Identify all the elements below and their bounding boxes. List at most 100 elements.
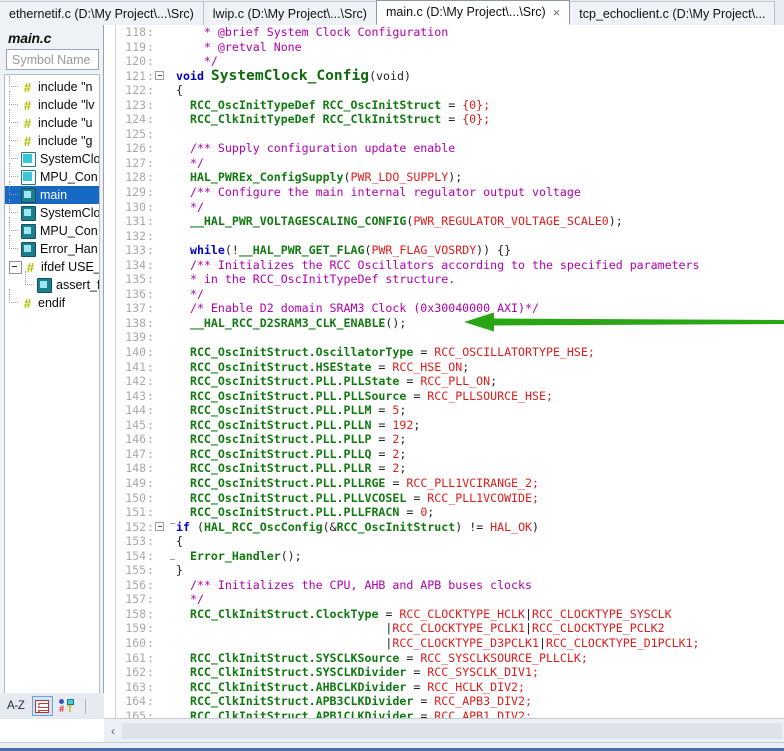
- code-line[interactable]: 149: RCC_OscInitStruct.PLL.PLLRGE = RCC_…: [116, 476, 784, 491]
- line-number: 149: [125, 475, 146, 490]
- code-lines[interactable]: 118: * @brief System Clock Configuration…: [116, 25, 784, 719]
- tree-item[interactable]: main: [5, 181, 99, 204]
- line-number: 133: [125, 243, 146, 258]
- line-number: 153: [125, 534, 146, 549]
- code-text: RCC_OscInitStruct.PLL.PLLFRACN = 0;: [176, 505, 435, 520]
- collapse-fold-icon[interactable]: [155, 71, 164, 81]
- code-line[interactable]: 163: RCC_ClkInitStruct.AHBCLKDivider = R…: [116, 680, 784, 695]
- code-line[interactable]: 156: /** Initializes the CPU, AHB and AP…: [116, 578, 784, 593]
- code-line[interactable]: 161: RCC_ClkInitStruct.SYSCLKSource = RC…: [116, 651, 784, 666]
- code-line[interactable]: 138: __HAL_RCC_D2SRAM3_CLK_ENABLE();: [116, 316, 784, 331]
- tree-item[interactable]: MPU_Con: [5, 217, 99, 240]
- tree-item[interactable]: assert_f: [5, 271, 99, 294]
- code-line[interactable]: 133: while(!__HAL_PWR_GET_FLAG(PWR_FLAG_…: [116, 243, 784, 258]
- line-number-separator: :: [147, 577, 154, 592]
- code-line[interactable]: 128: HAL_PWREx_ConfigSupply(PWR_LDO_SUPP…: [116, 170, 784, 185]
- scroll-left-arrow-icon[interactable]: ‹: [104, 720, 122, 742]
- line-number: 135: [125, 272, 146, 287]
- code-line[interactable]: 122: {: [116, 83, 784, 98]
- code-line[interactable]: 137: /* Enable D2 domain SRAM3 Clock (0x…: [116, 301, 784, 316]
- hash-icon: #: [23, 115, 32, 131]
- line-number-separator: :: [147, 170, 154, 185]
- editor-tab[interactable]: main.c (D:\My Project\...\Src) ×: [375, 0, 571, 25]
- code-text: Error_Handler();: [176, 548, 302, 563]
- code-line[interactable]: 118: * @brief System Clock Configuration: [116, 25, 784, 40]
- code-line[interactable]: 158: RCC_ClkInitStruct.ClockType = RCC_C…: [116, 607, 784, 622]
- code-line[interactable]: 146: RCC_OscInitStruct.PLL.PLLP = 2;: [116, 432, 784, 447]
- editor-horizontal-scrollbar[interactable]: ‹: [104, 718, 784, 743]
- code-line[interactable]: 162: RCC_ClkInitStruct.SYSCLKDivider = R…: [116, 665, 784, 680]
- scrollbar-track[interactable]: [122, 723, 782, 739]
- code-line[interactable]: 155:}: [116, 559, 784, 578]
- line-number-separator: :: [147, 25, 154, 39]
- code-line[interactable]: 143: RCC_OscInitStruct.PLL.PLLSource = R…: [116, 389, 784, 404]
- code-line[interactable]: 119: * @retval None: [116, 40, 784, 55]
- code-text: RCC_OscInitStruct.PLL.PLLSource = RCC_PL…: [176, 388, 553, 403]
- code-line[interactable]: 139:: [116, 330, 784, 345]
- editor-tab[interactable]: lwip.c (D:\My Project\...\Src): [202, 1, 377, 25]
- code-editor[interactable]: 118: * @brief System Clock Configuration…: [104, 25, 784, 719]
- line-number: 151: [125, 505, 146, 520]
- code-line[interactable]: 142: RCC_OscInitStruct.PLL.PLLState = RC…: [116, 374, 784, 389]
- line-number: 136: [125, 286, 146, 301]
- code-text: * @retval None: [176, 39, 302, 54]
- code-line[interactable]: 153: {: [116, 534, 784, 549]
- sort-alphabetical-button[interactable]: A-Z: [7, 700, 25, 712]
- ide-window: ethernetif.c (D:\My Project\...\Src) lwip…: [0, 0, 784, 751]
- code-line[interactable]: 148: RCC_OscInitStruct.PLL.PLLR = 2;: [116, 461, 784, 476]
- tree-item[interactable]: # include "n: [5, 75, 99, 96]
- tree-item[interactable]: # include "lv: [5, 91, 99, 114]
- code-line[interactable]: 121: void SystemClock_Config(void): [116, 68, 784, 84]
- code-line[interactable]: 150: RCC_OscInitStruct.PLL.PLLVCOSEL = R…: [116, 491, 784, 506]
- line-number-separator: :: [147, 621, 154, 636]
- code-line[interactable]: 160: |RCC_CLOCKTYPE_D3PCLK1|RCC_CLOCKTYP…: [116, 636, 784, 651]
- editor-tab-label: lwip.c (D:\My Project\...\Src): [212, 6, 367, 21]
- code-line[interactable]: 123: RCC_OscInitTypeDef RCC_OscInitStruc…: [116, 98, 784, 113]
- tree-item-label: Error_Han: [40, 242, 98, 256]
- tree-item[interactable]: Error_Han: [5, 235, 99, 258]
- tree-item[interactable]: MPU_Con: [5, 163, 99, 186]
- code-line[interactable]: 130: */: [116, 200, 784, 215]
- code-line[interactable]: 147: RCC_OscInitStruct.PLL.PLLQ = 2;: [116, 447, 784, 462]
- code-line[interactable]: 152: if (HAL_RCC_OscConfig(&RCC_OscInitSt…: [116, 520, 784, 535]
- code-line[interactable]: 154: Error_Handler();: [116, 549, 784, 564]
- tree-item[interactable]: SystemClo: [5, 145, 99, 168]
- code-line[interactable]: 132:: [116, 229, 784, 244]
- symbol-tree[interactable]: # include "n # include "lv # include "u # inclu…: [4, 74, 100, 694]
- code-line[interactable]: 164: RCC_ClkInitStruct.APB3CLKDivider = …: [116, 694, 784, 709]
- list-view-icon[interactable]: [31, 696, 53, 716]
- code-line[interactable]: 127: */: [116, 156, 784, 171]
- code-line[interactable]: 136: */: [116, 287, 784, 302]
- code-line[interactable]: 159: |RCC_CLOCKTYPE_PCLK1|RCC_CLOCKTYPE_…: [116, 621, 784, 636]
- close-icon[interactable]: ×: [553, 6, 561, 20]
- code-line[interactable]: 135: * in the RCC_OscInitTypeDef structu…: [116, 272, 784, 287]
- line-number: 121: [125, 68, 146, 83]
- tree-item[interactable]: SystemClo: [5, 199, 99, 222]
- line-number: 156: [125, 577, 146, 592]
- code-line[interactable]: 134: /** Initializes the RCC Oscillators…: [116, 258, 784, 273]
- code-line[interactable]: 125:: [116, 127, 784, 142]
- line-number: 162: [125, 665, 146, 680]
- code-line[interactable]: 141: RCC_OscInitStruct.HSEState = RCC_HS…: [116, 360, 784, 375]
- tree-item[interactable]: # include "u: [5, 109, 99, 132]
- code-line[interactable]: 140: RCC_OscInitStruct.OscillatorType = …: [116, 345, 784, 360]
- code-line[interactable]: 126: /** Supply configuration update ena…: [116, 141, 784, 156]
- code-line[interactable]: 157: */: [116, 592, 784, 607]
- tree-item[interactable]: # include "g: [5, 127, 99, 150]
- code-line[interactable]: 131: __HAL_PWR_VOLTAGESCALING_CONFIG(PWR…: [116, 214, 784, 229]
- symbol-name-input[interactable]: Symbol Name: [6, 49, 99, 70]
- code-line[interactable]: 145: RCC_OscInitStruct.PLL.PLLN = 192;: [116, 418, 784, 433]
- group-symbols-icon[interactable]: # T: [57, 696, 78, 716]
- code-line[interactable]: 129: /** Configure the main internal reg…: [116, 185, 784, 200]
- collapse-fold-icon[interactable]: [155, 522, 164, 532]
- tree-item[interactable]: # endif: [5, 289, 99, 312]
- code-text: |RCC_CLOCKTYPE_D3PCLK1|RCC_CLOCKTYPE_D1P…: [176, 635, 700, 650]
- collapse-expander-icon[interactable]: [9, 260, 22, 274]
- code-line[interactable]: 124: RCC_ClkInitTypeDef RCC_ClkInitStruc…: [116, 112, 784, 127]
- tree-item[interactable]: # ifdef USE_: [5, 258, 99, 276]
- code-line[interactable]: 144: RCC_OscInitStruct.PLL.PLLM = 5;: [116, 403, 784, 418]
- editor-tab[interactable]: ethernetif.c (D:\My Project\...\Src): [0, 1, 204, 25]
- editor-tab[interactable]: tcp_echoclient.c (D:\My Project\...: [569, 1, 776, 25]
- line-number-separator: :: [147, 359, 154, 374]
- code-line[interactable]: 151: RCC_OscInitStruct.PLL.PLLFRACN = 0;: [116, 505, 784, 520]
